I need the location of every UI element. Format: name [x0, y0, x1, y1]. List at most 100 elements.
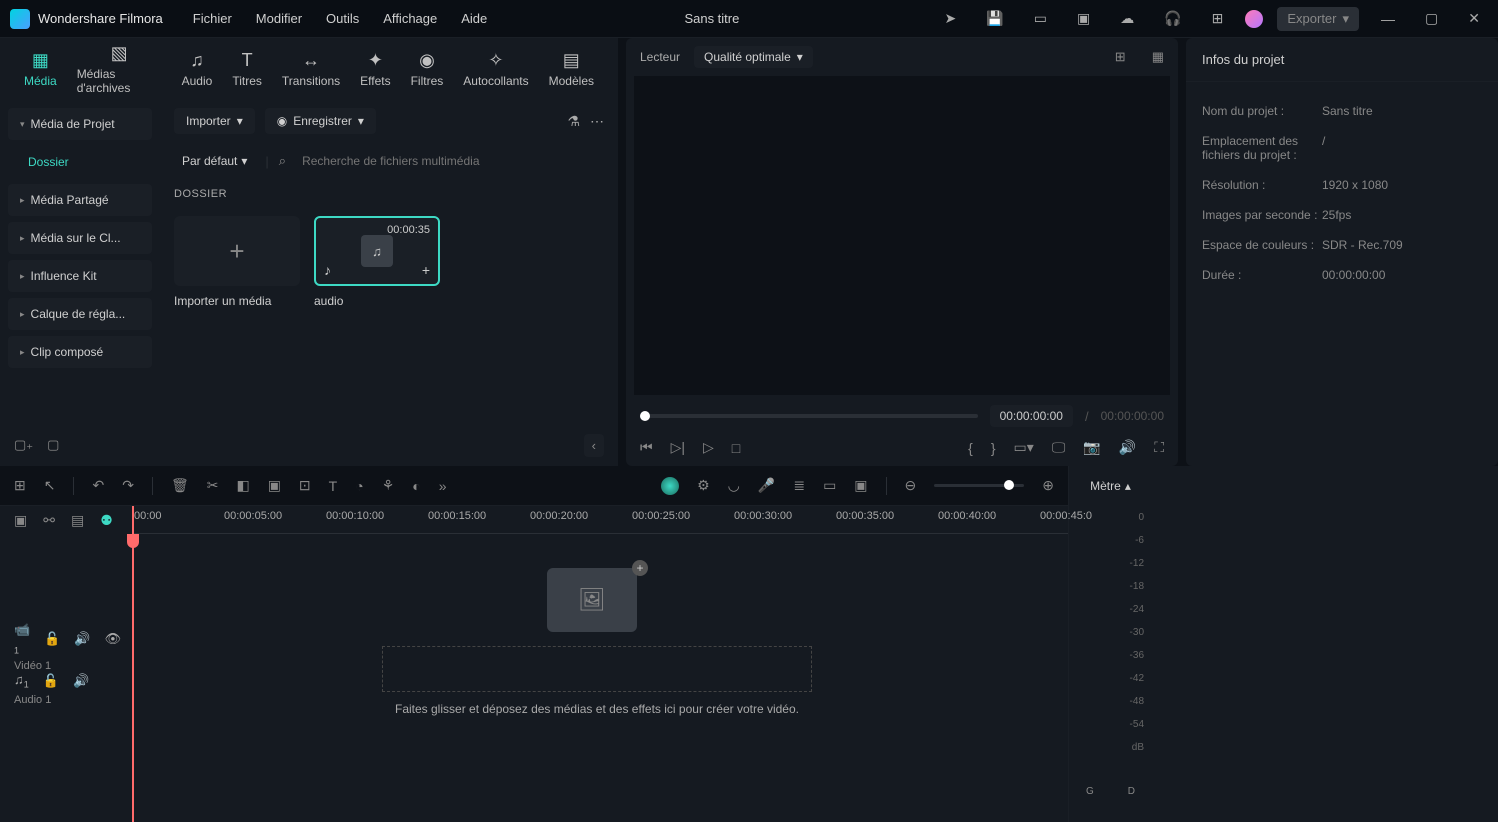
- quality-button[interactable]: Qualité optimale▾: [694, 46, 813, 68]
- cut-icon[interactable]: ✂: [207, 477, 219, 494]
- sidebar-item-cloud[interactable]: ▸Média sur le Cl...: [8, 222, 152, 254]
- sort-button[interactable]: Par défaut▾: [174, 150, 255, 172]
- fit-icon[interactable]: ⊡: [299, 477, 311, 494]
- mark-out-icon[interactable]: }: [991, 440, 996, 456]
- import-thumb[interactable]: + Importer un média: [174, 216, 300, 308]
- zoom-handle[interactable]: [1004, 480, 1014, 490]
- volume-icon[interactable]: 🔊: [1119, 439, 1136, 456]
- mark-in-icon[interactable]: {: [968, 440, 973, 456]
- apps-icon[interactable]: ⊞: [1204, 10, 1232, 27]
- lock-icon[interactable]: 🔓: [44, 631, 60, 647]
- type-icon[interactable]: T: [329, 478, 338, 494]
- sidebar-item-projet[interactable]: ▾Média de Projet: [8, 108, 152, 140]
- folder-icon[interactable]: ▢: [47, 437, 59, 453]
- timeline-canvas[interactable]: 00:00 00:00:05:00 00:00:10:00 00:00:15:0…: [132, 506, 1068, 822]
- track-tool-2-icon[interactable]: ⚯: [43, 512, 55, 529]
- zoom-slider[interactable]: [934, 484, 1024, 487]
- search-input[interactable]: [296, 148, 604, 174]
- screen-icon[interactable]: ▭: [1026, 10, 1055, 27]
- marker-icon[interactable]: ◡: [728, 477, 740, 494]
- record-button[interactable]: ◉Enregistrer▾: [265, 108, 376, 134]
- avatar[interactable]: [1245, 10, 1263, 28]
- mix-icon[interactable]: ▭: [823, 477, 836, 494]
- scrub-handle[interactable]: [640, 411, 650, 421]
- lock-icon[interactable]: 🔓: [43, 673, 59, 689]
- maximize-button[interactable]: ▢: [1417, 10, 1446, 27]
- tab-effets[interactable]: ✦Effets: [350, 50, 400, 88]
- track-tool-1-icon[interactable]: ▣: [14, 512, 27, 529]
- audio-sync-icon[interactable]: ≣: [793, 477, 805, 494]
- color-icon[interactable]: ◐: [412, 478, 420, 494]
- drop-zone[interactable]: 🖼 +: [382, 646, 812, 692]
- playhead[interactable]: [132, 506, 134, 822]
- cursor-icon[interactable]: ↖: [44, 477, 56, 494]
- more-tools-icon[interactable]: »: [439, 478, 447, 494]
- mic-icon[interactable]: 🎤: [758, 477, 775, 494]
- redo-icon[interactable]: ↷: [122, 477, 134, 494]
- share-icon[interactable]: ➤: [937, 10, 965, 27]
- grid-view-icon[interactable]: ⊞: [1115, 49, 1126, 65]
- sidebar-item-clip[interactable]: ▸Clip composé: [8, 336, 152, 368]
- stop-icon[interactable]: □: [732, 440, 740, 456]
- tab-titres[interactable]: TTitres: [222, 50, 272, 88]
- render-icon[interactable]: ▣: [854, 477, 867, 494]
- more-icon[interactable]: ⋯: [590, 113, 604, 130]
- zoom-out-icon[interactable]: ⊖: [905, 477, 917, 494]
- speed-icon[interactable]: ◔: [355, 478, 363, 494]
- tab-media[interactable]: ▦Média: [14, 50, 67, 88]
- tab-transitions[interactable]: ↔Transitions: [272, 50, 350, 88]
- ratio-icon[interactable]: ▭▾: [1014, 439, 1034, 456]
- monitor-icon[interactable]: 🖵: [1052, 439, 1066, 456]
- minimize-button[interactable]: —: [1373, 11, 1403, 27]
- timeline-ruler[interactable]: 00:00 00:00:05:00 00:00:10:00 00:00:15:0…: [132, 506, 1068, 534]
- mute-icon[interactable]: 🔊: [73, 673, 89, 689]
- import-button[interactable]: Importer▾: [174, 108, 255, 134]
- tab-autocollants[interactable]: ✧Autocollants: [453, 50, 538, 88]
- close-button[interactable]: ✕: [1460, 10, 1488, 27]
- audio-track-header[interactable]: ♫1 🔓 🔊 Audio 1: [0, 664, 132, 714]
- sidebar-item-calque[interactable]: ▸Calque de régla...: [8, 298, 152, 330]
- cloud-icon[interactable]: ☁: [1112, 10, 1142, 27]
- menu-aide[interactable]: Aide: [461, 11, 487, 26]
- prev-frame-icon[interactable]: ⏮: [640, 439, 653, 456]
- sidebar-item-dossier[interactable]: Dossier: [8, 146, 152, 178]
- eye-icon[interactable]: 👁: [105, 631, 122, 647]
- save-icon[interactable]: 💾: [978, 10, 1011, 27]
- headphones-icon[interactable]: 🎧: [1156, 10, 1189, 27]
- scrub-bar[interactable]: [640, 414, 978, 418]
- preview-viewport[interactable]: [634, 76, 1170, 395]
- filter-icon[interactable]: ⚗: [567, 113, 580, 130]
- tab-modeles[interactable]: ▤Modèles: [539, 50, 604, 88]
- image-view-icon[interactable]: ▦: [1152, 49, 1164, 65]
- meter-header[interactable]: Mètre▴: [1069, 466, 1152, 506]
- new-folder-icon[interactable]: ▢₊: [14, 437, 33, 453]
- undo-icon[interactable]: ↶: [92, 477, 104, 494]
- video-track-header[interactable]: 📹1 🔓 🔊 👁 Vidéo 1: [0, 614, 132, 664]
- track-tool-4-icon[interactable]: ⚉: [100, 512, 113, 529]
- export-button[interactable]: Exporter ▾: [1277, 7, 1359, 31]
- menu-modifier[interactable]: Modifier: [256, 11, 302, 26]
- fullscreen-icon[interactable]: ⛶: [1154, 439, 1164, 456]
- mute-icon[interactable]: 🔊: [74, 631, 90, 647]
- tab-filtres[interactable]: ◉Filtres: [401, 50, 454, 88]
- menu-outils[interactable]: Outils: [326, 11, 359, 26]
- tab-audio[interactable]: ♫Audio: [172, 50, 223, 88]
- menu-affichage[interactable]: Affichage: [383, 11, 437, 26]
- step-back-icon[interactable]: ▷|: [671, 439, 685, 456]
- sidebar-item-influence[interactable]: ▸Influence Kit: [8, 260, 152, 292]
- track-tool-3-icon[interactable]: ▤: [71, 512, 84, 529]
- ai-icon[interactable]: [661, 477, 679, 495]
- tab-stock[interactable]: ▧Médias d'archives: [67, 43, 172, 95]
- link-icon[interactable]: ⚘: [382, 477, 395, 494]
- settings-icon[interactable]: ⚙: [697, 477, 710, 494]
- play-icon[interactable]: ▷: [703, 439, 714, 456]
- select-all-icon[interactable]: ⊞: [14, 477, 26, 494]
- delete-icon[interactable]: 🗑: [171, 477, 189, 494]
- crop-icon[interactable]: ◧: [236, 477, 249, 494]
- audio-thumb[interactable]: 00:00:35 ♫ ♪ + audio: [314, 216, 440, 308]
- screens-icon[interactable]: ▣: [1069, 10, 1098, 27]
- zoom-in-icon[interactable]: ⊕: [1042, 477, 1054, 494]
- layer-icon[interactable]: ▣: [268, 477, 281, 494]
- add-clip-icon[interactable]: +: [422, 262, 430, 278]
- snapshot-icon[interactable]: 📷: [1083, 439, 1100, 456]
